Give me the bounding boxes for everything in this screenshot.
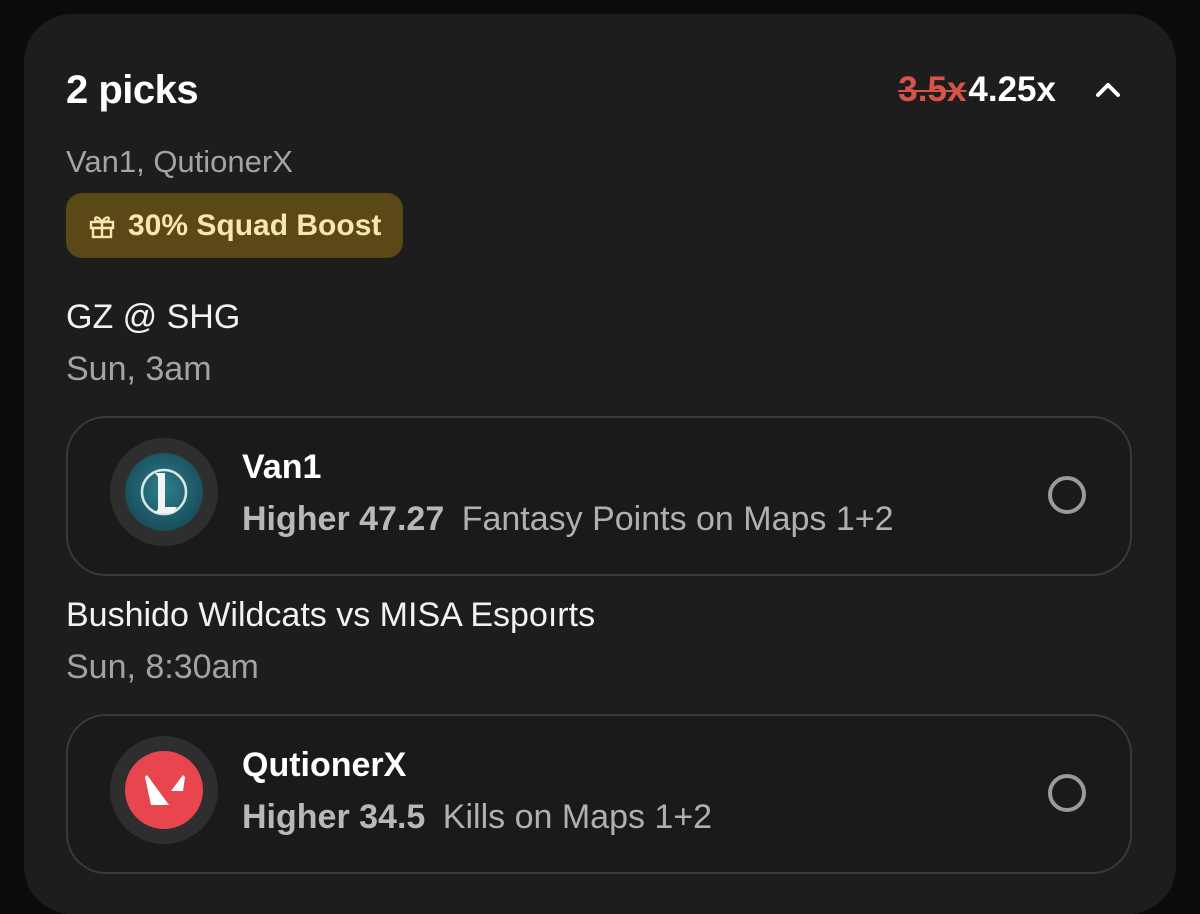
pick-stat: Kills on Maps 1+2 bbox=[442, 798, 713, 836]
entry-card: 2 picks 3.5x 4.25x Van1, QutionerX 30% S… bbox=[24, 14, 1176, 914]
game-title: Bushido Wildcats vs MISA Espoırts bbox=[66, 596, 596, 634]
game-time: Sun, 8:30am bbox=[66, 648, 259, 686]
league-of-legends-logo bbox=[125, 453, 203, 531]
pick-direction: Higher bbox=[242, 500, 350, 538]
pick-line: Higher 34.5 Kills on Maps 1+2 bbox=[242, 798, 712, 837]
pick-radio[interactable] bbox=[1048, 476, 1086, 514]
pick-line: Higher 47.27 Fantasy Points on Maps 1+2 bbox=[242, 500, 894, 539]
player-avatar bbox=[110, 736, 218, 844]
gift-icon bbox=[89, 215, 115, 238]
game-time: Sun, 3am bbox=[66, 350, 212, 388]
squad-boost-badge: 30% Squad Boost bbox=[66, 193, 404, 258]
new-multiplier: 4.25x bbox=[968, 70, 1056, 109]
pick-direction: Higher bbox=[242, 798, 350, 836]
picks-count-title: 2 picks bbox=[66, 68, 199, 112]
pick-card-qutionerx[interactable]: QutionerX Higher 34.5 Kills on Maps 1+2 bbox=[66, 714, 1132, 874]
pick-value: 47.27 bbox=[359, 500, 445, 538]
payout-multiplier: 3.5x 4.25x bbox=[898, 70, 1056, 110]
player-avatar bbox=[110, 438, 218, 546]
boost-label: 30% Squad Boost bbox=[128, 208, 382, 242]
pick-value: 34.5 bbox=[359, 798, 426, 836]
game-title: GZ @ SHG bbox=[66, 298, 241, 336]
pick-radio[interactable] bbox=[1048, 774, 1086, 812]
chevron-up-icon[interactable] bbox=[1092, 76, 1124, 104]
valorant-logo bbox=[125, 751, 203, 829]
player-name: Van1 bbox=[242, 448, 322, 486]
pick-card-van1[interactable]: Van1 Higher 47.27 Fantasy Points on Maps… bbox=[66, 416, 1132, 576]
pick-stat: Fantasy Points on Maps 1+2 bbox=[461, 500, 894, 538]
player-name: QutionerX bbox=[242, 746, 407, 784]
old-multiplier: 3.5x bbox=[898, 70, 967, 109]
players-summary: Van1, QutionerX bbox=[66, 144, 293, 179]
